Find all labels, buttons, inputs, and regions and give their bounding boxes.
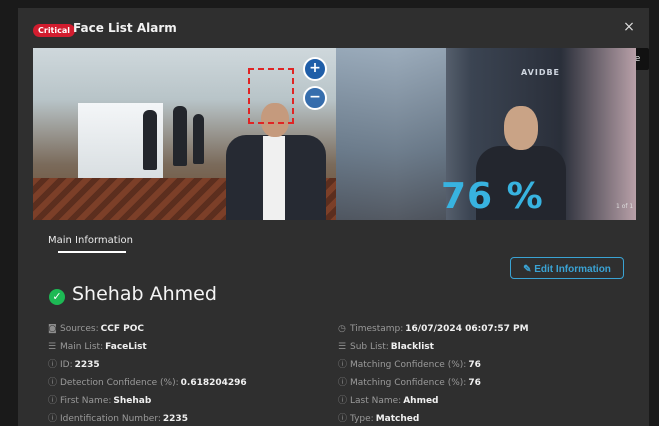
- info-row-first-name: ⓘ First Name: Shehab: [48, 392, 247, 410]
- info-label: Identification Number:: [60, 414, 161, 424]
- info-value: Ahmed: [403, 396, 439, 406]
- snapshot-viewer: + − AVIDBE 76 % 1 of 1: [33, 48, 636, 220]
- person-name: Shehab Ahmed: [72, 283, 217, 305]
- info-label: Matching Confidence (%):: [350, 360, 467, 370]
- pencil-icon: ✎: [523, 264, 532, 275]
- info-label: Main List:: [60, 342, 104, 352]
- info-row-identification-number: ⓘ Identification Number: 2235: [48, 410, 247, 426]
- info-row-matching-confidence: ⓘ Matching Confidence (%): 76: [338, 356, 529, 374]
- info-icon: ⓘ: [48, 396, 58, 406]
- close-icon[interactable]: ×: [622, 19, 636, 35]
- info-label: ID:: [60, 360, 73, 370]
- zoom-in-button[interactable]: +: [303, 57, 327, 81]
- background-person: [173, 106, 187, 166]
- confidence-overlay: 76 %: [441, 176, 544, 217]
- info-row-detection-confidence: ⓘ Detection Confidence (%): 0.618204296: [48, 374, 247, 392]
- active-tab-indicator: [58, 251, 126, 253]
- tab-main-information[interactable]: Main Information: [48, 235, 133, 246]
- info-icon: ⓘ: [338, 414, 348, 424]
- clock-icon: ◷: [338, 324, 346, 334]
- full-frame-image[interactable]: + −: [33, 48, 336, 220]
- info-label: Detection Confidence (%):: [60, 378, 179, 388]
- info-label: Last Name:: [350, 396, 402, 406]
- info-value: CCF POC: [100, 324, 144, 334]
- info-value: Blacklist: [390, 342, 434, 352]
- dialog-header: Critical Face List Alarm ×: [18, 8, 649, 48]
- info-icon: ⓘ: [338, 378, 348, 388]
- zoom-out-button[interactable]: −: [303, 86, 327, 110]
- info-label: Timestamp:: [350, 324, 404, 334]
- info-column-left: ◙ Sources: CCF POC ☰ Main List: FaceList ⓘ ID…: [48, 320, 247, 426]
- info-icon: ⓘ: [338, 360, 348, 370]
- info-value: 2235: [74, 360, 100, 370]
- person-head: [504, 106, 538, 150]
- info-row-matching-confidence: ⓘ Matching Confidence (%): 76: [338, 374, 529, 392]
- info-icon: ⓘ: [48, 360, 58, 370]
- info-icon: ⓘ: [48, 414, 58, 424]
- list-icon: ☰: [338, 342, 347, 352]
- info-row-timestamp: ◷ Timestamp: 16/07/2024 06:07:57 PM: [338, 320, 529, 338]
- edit-information-label: Edit Information: [534, 264, 611, 275]
- info-row-sources: ◙ Sources: CCF POC: [48, 320, 247, 338]
- info-row-main-list: ☰ Main List: FaceList: [48, 338, 247, 356]
- info-row-sub-list: ☰ Sub List: Blacklist: [338, 338, 529, 356]
- background-person: [193, 114, 204, 164]
- info-value: 2235: [162, 414, 188, 424]
- person-shirt: [263, 136, 285, 220]
- background-sign: AVIDBE: [521, 68, 561, 77]
- face-detection-box: [248, 68, 294, 124]
- info-column-right: ◷ Timestamp: 16/07/2024 06:07:57 PM ☰ Sub L…: [338, 320, 529, 426]
- info-label: Type:: [350, 414, 374, 424]
- info-row-last-name: ⓘ Last Name: Ahmed: [338, 392, 529, 410]
- info-label: Matching Confidence (%):: [350, 378, 467, 388]
- info-label: Sub List:: [350, 342, 389, 352]
- info-value: 76: [468, 360, 481, 370]
- info-label: Sources:: [60, 324, 99, 334]
- info-label: First Name:: [60, 396, 112, 406]
- list-icon: ☰: [48, 342, 57, 352]
- blurred-background: [336, 48, 446, 220]
- info-value: Matched: [375, 414, 420, 424]
- info-value: 0.618204296: [180, 378, 247, 388]
- info-icon: ⓘ: [338, 396, 348, 406]
- background-person: [143, 110, 157, 170]
- info-value: 76: [468, 378, 481, 388]
- info-value: FaceList: [105, 342, 147, 352]
- critical-badge: Critical: [33, 24, 76, 37]
- info-icon: ⓘ: [48, 378, 58, 388]
- info-value: 16/07/2024 06:07:57 PM: [405, 324, 529, 334]
- edit-information-button[interactable]: ✎ Edit Information: [510, 257, 624, 279]
- alarm-dialog: Critical Face List Alarm × Close + − AVI…: [18, 8, 649, 426]
- page-indicator: 1 of 1: [616, 203, 634, 210]
- check-circle-icon: ✓: [49, 289, 65, 305]
- info-row-type: ⓘ Type: Matched: [338, 410, 529, 426]
- info-value: Shehab: [113, 396, 152, 406]
- dialog-title: Face List Alarm: [73, 21, 177, 35]
- camera-icon: ◙: [48, 324, 57, 334]
- info-row-id: ⓘ ID: 2235: [48, 356, 247, 374]
